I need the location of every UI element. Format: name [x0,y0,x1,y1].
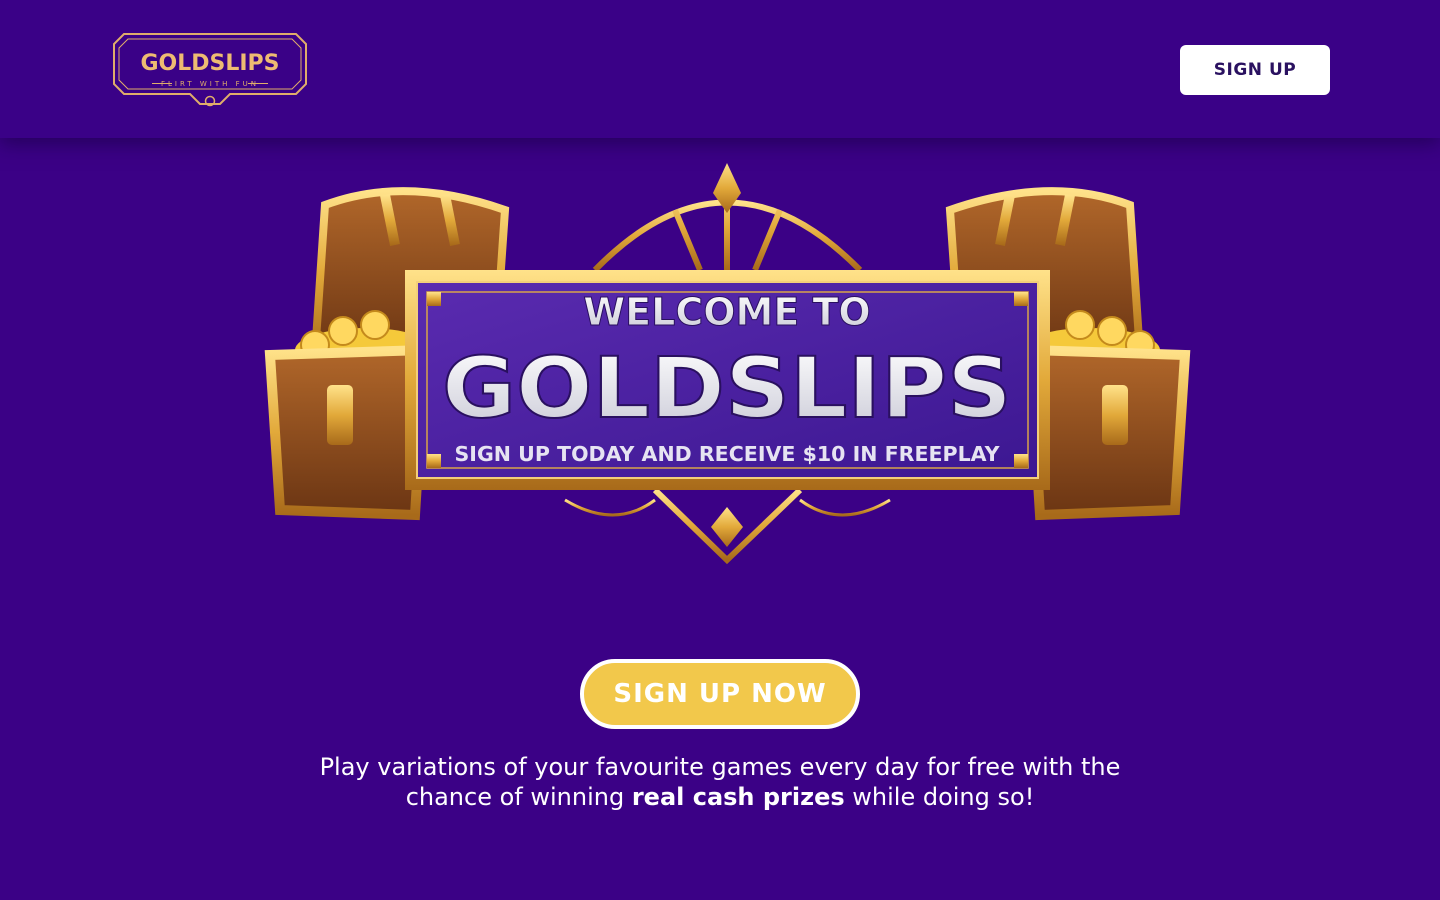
promo-description: Play variations of your favourite games … [280,752,1160,812]
logo-brand-text: GOLDSLIPS [140,51,279,76]
banner-title-text: GOLDSLIPS [442,339,1012,437]
logo-tagline-text: FLIRT WITH FUN [161,80,259,88]
description-bold-text: real cash prizes [631,783,845,811]
welcome-banner: WELCOME TO GOLDSLIPS SIGN UP TODAY AND R… [264,163,1191,565]
goldslips-logo[interactable]: GOLDSLIPS FLIRT WITH FUN [110,30,310,108]
banner-subtitle-text: SIGN UP TODAY AND RECEIVE $10 IN FREEPLA… [455,442,1001,466]
header-signup-button[interactable]: SIGN UP [1180,45,1330,95]
signup-now-button[interactable]: SIGN UP NOW [580,659,860,729]
banner-welcome-text: WELCOME TO [583,290,871,334]
site-header: GOLDSLIPS FLIRT WITH FUN SIGN UP [0,0,1440,138]
description-text-part2: while doing so! [844,783,1035,811]
